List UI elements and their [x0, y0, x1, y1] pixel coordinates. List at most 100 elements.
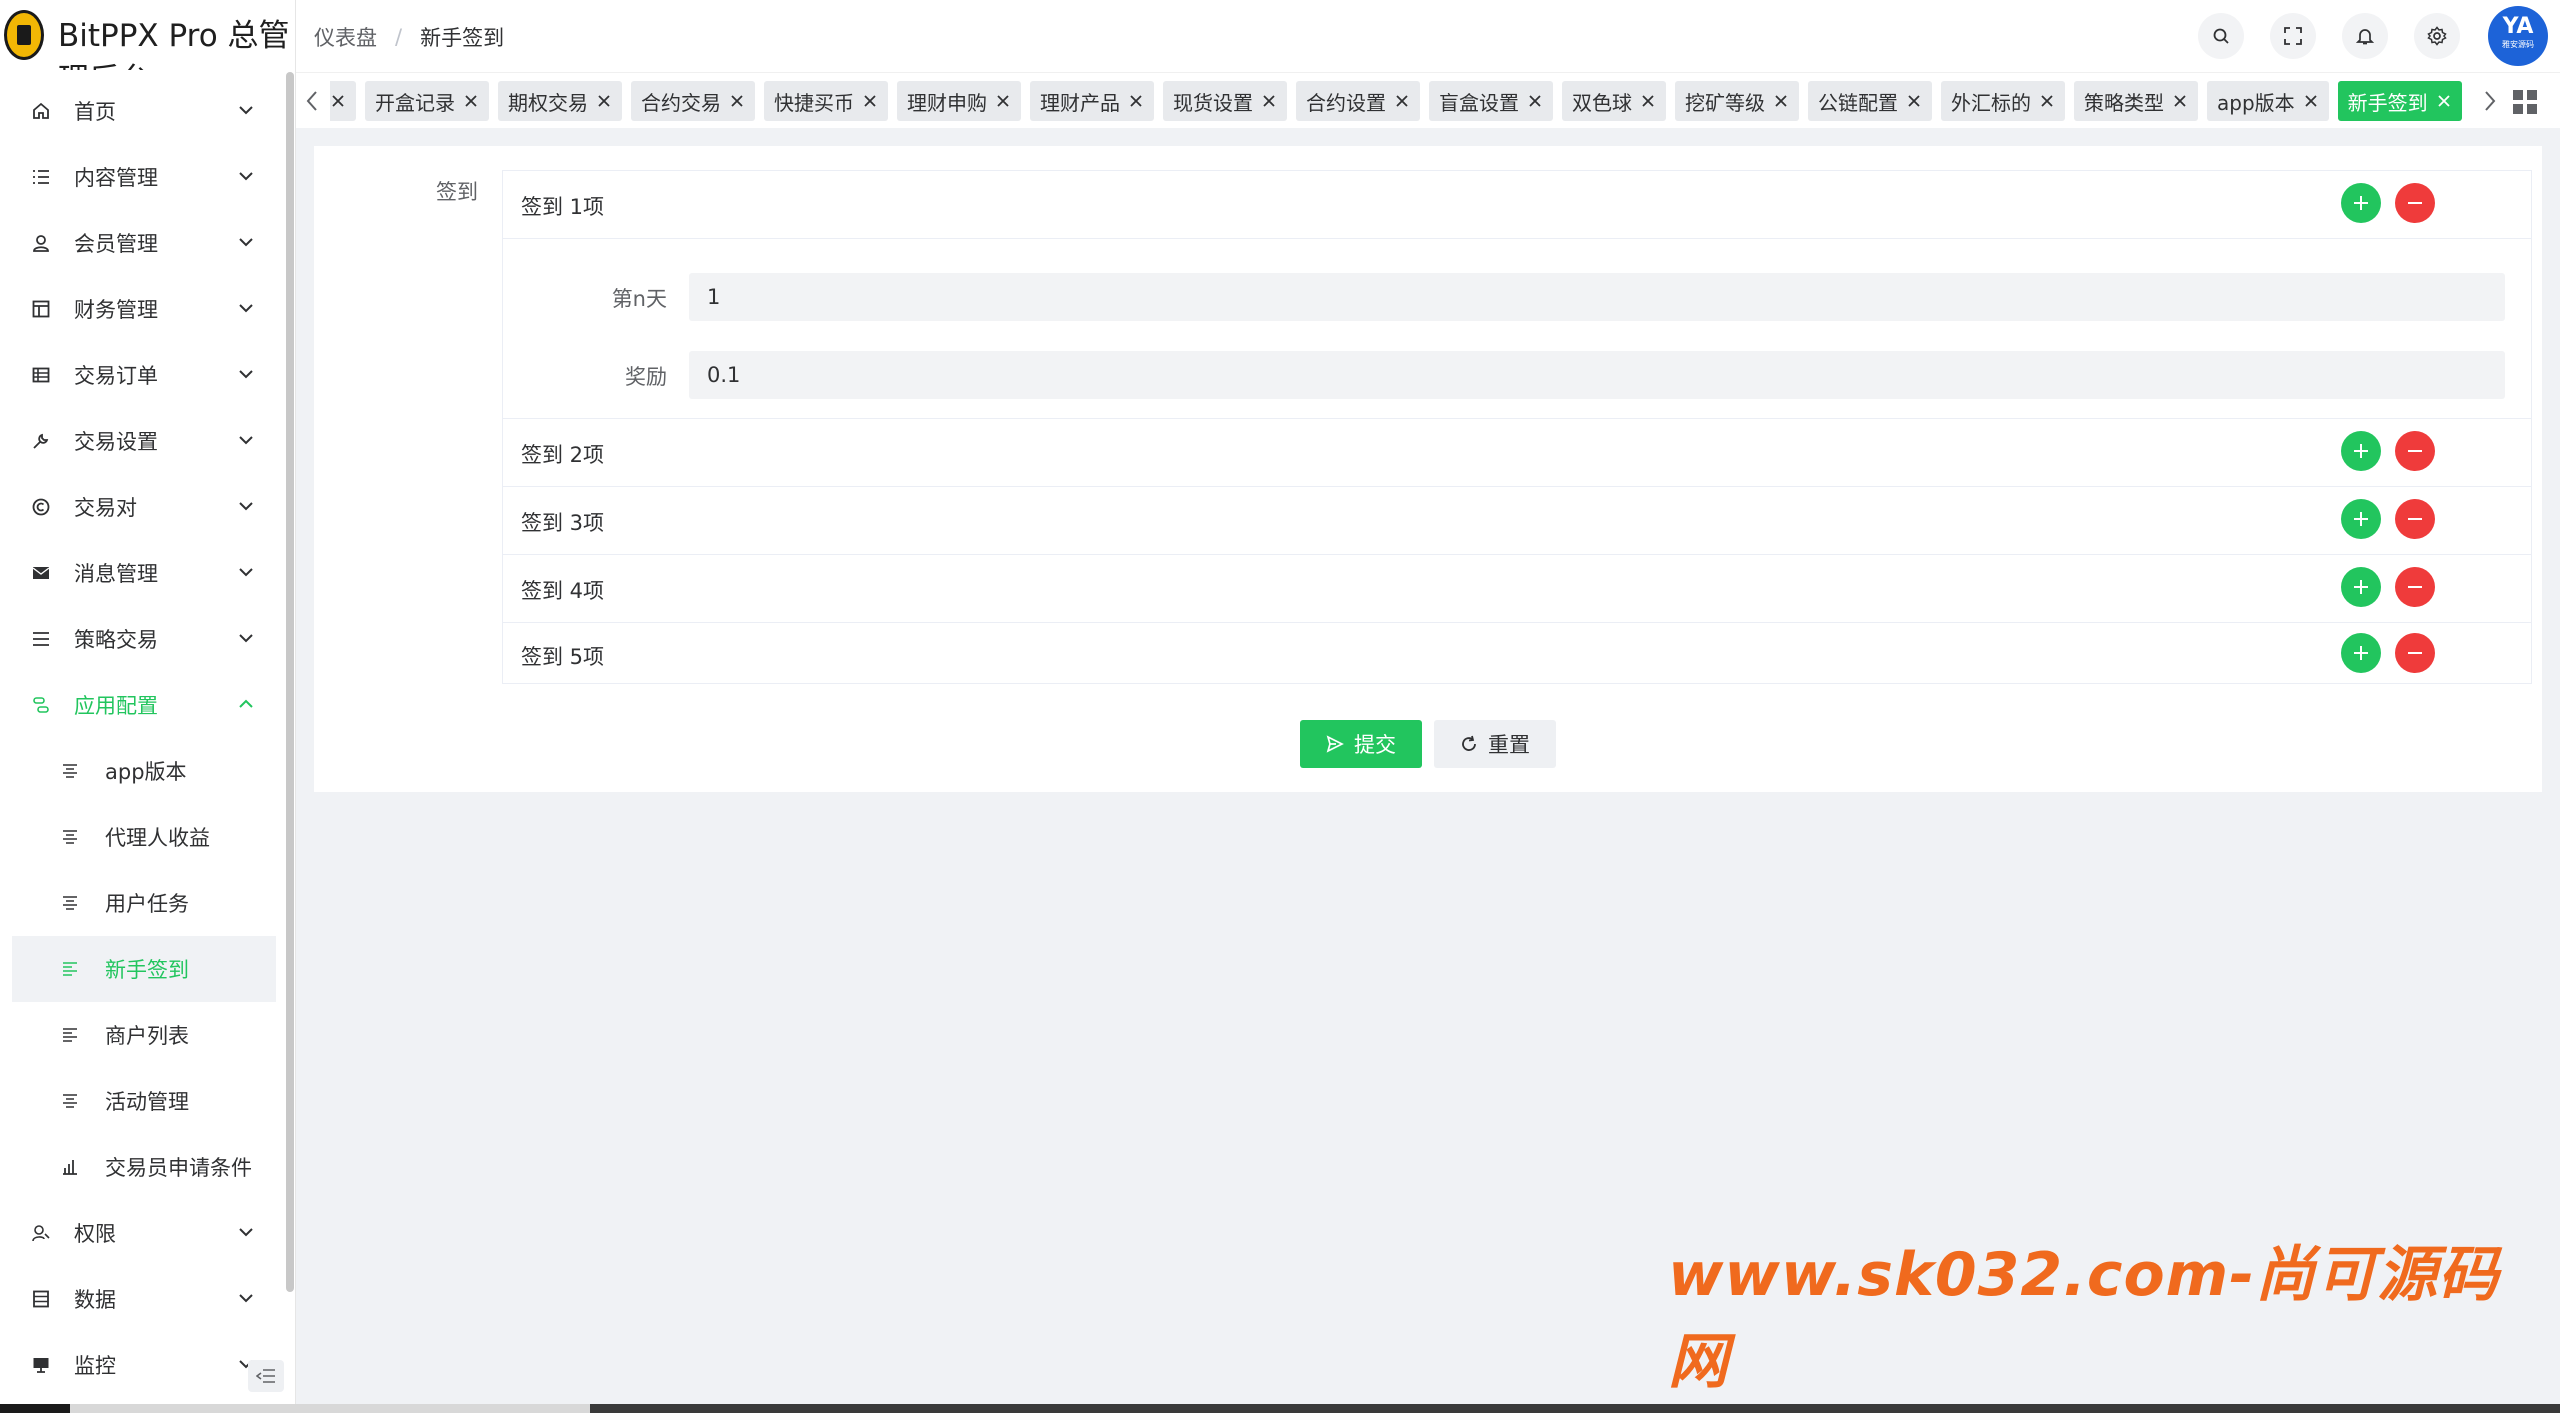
chevron-down-icon [236, 232, 256, 252]
close-icon[interactable] [330, 93, 346, 109]
search-button[interactable] [2198, 13, 2244, 59]
tab-item[interactable]: 现货设置 [1163, 81, 1287, 121]
collapse-sidebar-button[interactable] [248, 1360, 284, 1392]
sidebar-subitem-newbie-checkin[interactable]: 新手签到 [12, 936, 276, 1002]
close-icon[interactable] [995, 93, 1011, 109]
add-row-button[interactable] [2341, 431, 2381, 471]
fullscreen-button[interactable] [2270, 13, 2316, 59]
remove-row-button[interactable] [2395, 633, 2435, 673]
tab-item[interactable]: 新手签到 [2337, 81, 2462, 121]
submit-button[interactable]: 提交 [1300, 720, 1422, 768]
day-n-label: 第n天 [611, 287, 667, 311]
remove-row-button[interactable] [2395, 431, 2435, 471]
scrollbar-thumb[interactable] [70, 1404, 590, 1413]
sidebar-item-label: 策略交易 [74, 628, 158, 652]
checkin-row[interactable]: 签到 4项 [503, 555, 2531, 623]
bottom-scrollbar[interactable] [0, 1404, 2560, 1413]
reward-label: 奖励 [625, 365, 667, 389]
sidebar-item-permissions[interactable]: 权限 [0, 1200, 286, 1266]
remove-row-button[interactable] [2395, 499, 2435, 539]
sidebar-subitem-merchants[interactable]: 商户列表 [0, 1002, 286, 1068]
sidebar-item-monitor[interactable]: 监控 [0, 1332, 286, 1398]
sidebar-subitem-agent-income[interactable]: 代理人收益 [0, 804, 286, 870]
form-label: 签到 [436, 180, 478, 204]
checkin-row[interactable]: 签到 2项 [503, 419, 2531, 487]
sidebar-subitem-activities[interactable]: 活动管理 [0, 1068, 286, 1134]
sidebar-scrollbar[interactable] [286, 72, 294, 1292]
close-icon[interactable] [2436, 93, 2452, 109]
sidebar-item-pairs[interactable]: 交易对 [0, 474, 286, 540]
tab-item[interactable]: 合约设置 [1296, 81, 1420, 121]
tab-item[interactable]: 易 [330, 81, 356, 121]
tab-item[interactable]: 挖矿等级 [1675, 81, 1799, 121]
sidebar-item-trade-settings[interactable]: 交易设置 [0, 408, 286, 474]
breadcrumb-dashboard[interactable]: 仪表盘 [314, 22, 377, 52]
close-icon[interactable] [1394, 93, 1410, 109]
sidebar-subitem-label: app版本 [105, 760, 187, 784]
sidebar-item-home[interactable]: 首页 [0, 78, 286, 144]
sidebar-item-finance[interactable]: 财务管理 [0, 276, 286, 342]
tabs-scroll-right[interactable] [2478, 87, 2502, 115]
close-icon[interactable] [862, 93, 878, 109]
tabs-menu-button[interactable] [2512, 89, 2538, 115]
sidebar-item-strategy[interactable]: 策略交易 [0, 606, 286, 672]
close-icon[interactable] [1773, 93, 1789, 109]
tab-item[interactable]: 策略类型 [2074, 81, 2198, 121]
reward-input[interactable] [689, 351, 2505, 399]
tab-item[interactable]: 盲盒设置 [1429, 81, 1553, 121]
notifications-button[interactable] [2342, 13, 2388, 59]
add-row-button[interactable] [2341, 633, 2381, 673]
tab-item[interactable]: 理财申购 [897, 81, 1021, 121]
reset-button[interactable]: 重置 [1434, 720, 1556, 768]
tab-item[interactable]: 理财产品 [1030, 81, 1154, 121]
sidebar-subitem-trader-conditions[interactable]: 交易员申请条件 [0, 1134, 286, 1200]
remove-row-button[interactable] [2395, 567, 2435, 607]
tab-item[interactable]: 公链配置 [1808, 81, 1932, 121]
checkin-row[interactable]: 签到 5项 [503, 623, 2531, 685]
sidebar-item-content[interactable]: 内容管理 [0, 144, 286, 210]
checkin-row-header[interactable]: 签到 1项 [503, 171, 2531, 239]
remove-row-button[interactable] [2395, 183, 2435, 223]
sidebar-subitem-user-tasks[interactable]: 用户任务 [0, 870, 286, 936]
tab-item[interactable]: app版本 [2207, 81, 2329, 121]
settings-button[interactable] [2414, 13, 2460, 59]
avatar[interactable]: YA 雅安源码 [2488, 6, 2548, 66]
checkin-row[interactable]: 签到 3项 [503, 487, 2531, 555]
sidebar-item-messages[interactable]: 消息管理 [0, 540, 286, 606]
close-icon[interactable] [596, 93, 612, 109]
close-icon[interactable] [1640, 93, 1656, 109]
tab-item[interactable]: 双色球 [1562, 81, 1666, 121]
add-row-button[interactable] [2341, 183, 2381, 223]
day-n-input[interactable] [689, 273, 2505, 321]
close-icon[interactable] [2303, 93, 2319, 109]
tab-item[interactable]: 开盒记录 [365, 81, 489, 121]
close-icon[interactable] [2172, 93, 2188, 109]
sidebar-subitem-label: 新手签到 [105, 958, 189, 982]
add-row-button[interactable] [2341, 567, 2381, 607]
tab-item[interactable]: 合约交易 [631, 81, 755, 121]
close-icon[interactable] [1906, 93, 1922, 109]
tab-item[interactable]: 快捷买币 [764, 81, 888, 121]
add-row-button[interactable] [2341, 499, 2381, 539]
sidebar-item-app-config[interactable]: 应用配置 [0, 672, 286, 738]
close-icon[interactable] [1527, 93, 1543, 109]
gear-icon [2427, 26, 2447, 46]
tab-label: 双色球 [1572, 90, 1632, 115]
close-icon[interactable] [2039, 93, 2055, 109]
tab-label: 挖矿等级 [1685, 90, 1765, 115]
close-icon[interactable] [463, 93, 479, 109]
tab-item[interactable]: 外汇标的 [1941, 81, 2065, 121]
tabs-scroll-left[interactable] [300, 87, 324, 115]
sidebar-item-orders[interactable]: 交易订单 [0, 342, 286, 408]
sidebar-item-members[interactable]: 会员管理 [0, 210, 286, 276]
close-icon[interactable] [729, 93, 745, 109]
sidebar-subitem-label: 代理人收益 [105, 826, 210, 850]
close-icon[interactable] [1261, 93, 1277, 109]
close-icon[interactable] [1128, 93, 1144, 109]
sidebar-menu: 首页 内容管理 会员管理 财务管理 交易订单 交易设置 交易对 消息管理 策略交… [0, 78, 286, 1398]
monitor-icon [30, 1354, 52, 1376]
sidebar-subitem-app-version[interactable]: app版本 [0, 738, 286, 804]
sidebar-item-data[interactable]: 数据 [0, 1266, 286, 1332]
tab-item[interactable]: 期权交易 [498, 81, 622, 121]
chevron-left-icon [306, 91, 317, 111]
